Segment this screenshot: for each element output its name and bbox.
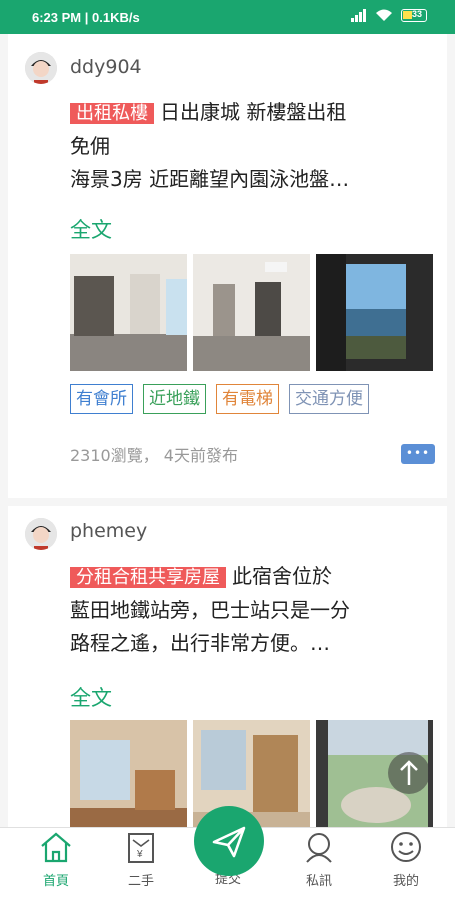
signal-icon bbox=[351, 9, 366, 22]
title-line: 此宿舍位於 bbox=[232, 564, 332, 588]
feature-chip[interactable]: 有會所 bbox=[70, 384, 133, 414]
wifi-icon bbox=[376, 9, 392, 21]
avatar[interactable] bbox=[25, 518, 57, 550]
title-line: 免佣 bbox=[70, 134, 110, 158]
feature-chips: 有會所 近地鐵 有電梯 交通方便 bbox=[70, 384, 369, 414]
arrow-up-icon bbox=[400, 760, 418, 785]
svg-text:¥: ¥ bbox=[136, 849, 143, 860]
full-text-link[interactable]: 全文 bbox=[70, 682, 112, 712]
photo-thumbnail[interactable] bbox=[193, 254, 310, 371]
post-card[interactable]: ddy904 出租私樓 日出康城 新樓盤出租 免佣 海景3房 近距離望內園泳池盤…… bbox=[8, 34, 447, 498]
feature-chip[interactable]: 有電梯 bbox=[216, 384, 279, 414]
category-tag[interactable]: 出租私樓 bbox=[70, 103, 154, 124]
home-icon bbox=[41, 832, 71, 863]
secondhand-icon: ¥ bbox=[128, 833, 154, 863]
scroll-to-top-button[interactable] bbox=[388, 752, 430, 794]
username[interactable]: ddy904 bbox=[70, 56, 142, 78]
feature-chip[interactable]: 交通方便 bbox=[289, 384, 369, 414]
title-line: 海景3房 近距離望內園泳池盤… bbox=[70, 167, 350, 191]
post-title[interactable]: 出租私樓 日出康城 新樓盤出租 免佣 海景3房 近距離望內園泳池盤… bbox=[70, 96, 430, 196]
submit-fab-button[interactable] bbox=[194, 806, 264, 876]
photo-grid bbox=[70, 254, 433, 371]
status-time-speed: 6:23 PM | 0.1KB/s bbox=[32, 10, 140, 25]
title-line: 日出康城 新樓盤出租 bbox=[160, 100, 347, 124]
tab-label: 二手 bbox=[127, 874, 154, 889]
tab-profile[interactable]: 我的 bbox=[366, 830, 446, 889]
battery-level: 33 bbox=[412, 9, 423, 19]
username[interactable]: phemey bbox=[70, 520, 147, 542]
profile-icon bbox=[391, 832, 421, 862]
title-line: 藍田地鐵站旁，巴士站只是一分 bbox=[70, 598, 350, 622]
feature-chip[interactable]: 近地鐵 bbox=[143, 384, 206, 414]
feed[interactable]: ddy904 出租私樓 日出康城 新樓盤出租 免佣 海景3房 近距離望內園泳池盤…… bbox=[0, 34, 455, 827]
tab-messages[interactable]: 私訊 bbox=[279, 830, 359, 889]
avatar[interactable] bbox=[25, 52, 57, 84]
tab-secondhand[interactable]: ¥ 二手 bbox=[101, 830, 181, 889]
message-icon bbox=[306, 833, 332, 863]
photo-thumbnail[interactable] bbox=[70, 254, 187, 371]
post-title[interactable]: 分租合租共享房屋 此宿舍位於 藍田地鐵站旁，巴士站只是一分 路程之遙，出行非常方便… bbox=[70, 560, 430, 660]
more-icon[interactable]: ••• bbox=[401, 444, 435, 464]
photo-thumbnail[interactable] bbox=[316, 254, 433, 371]
full-text-link[interactable]: 全文 bbox=[70, 214, 112, 244]
title-line: 路程之遙，出行非常方便。… bbox=[70, 631, 330, 655]
tab-home[interactable]: 首頁 bbox=[16, 830, 96, 889]
send-icon bbox=[212, 826, 246, 858]
status-bar: 6:23 PM | 0.1KB/s 33 bbox=[0, 0, 455, 34]
tab-label: 我的 bbox=[392, 874, 419, 889]
category-tag[interactable]: 分租合租共享房屋 bbox=[70, 567, 226, 588]
tab-label: 首頁 bbox=[42, 874, 69, 889]
post-meta: 2310瀏覽， 4天前發布 bbox=[70, 446, 238, 465]
tab-label: 私訊 bbox=[305, 874, 332, 889]
photo-thumbnail[interactable] bbox=[70, 720, 187, 827]
battery-icon: 33 bbox=[401, 9, 427, 22]
post-card[interactable]: phemey 分租合租共享房屋 此宿舍位於 藍田地鐵站旁，巴士站只是一分 路程之遙… bbox=[8, 506, 447, 827]
